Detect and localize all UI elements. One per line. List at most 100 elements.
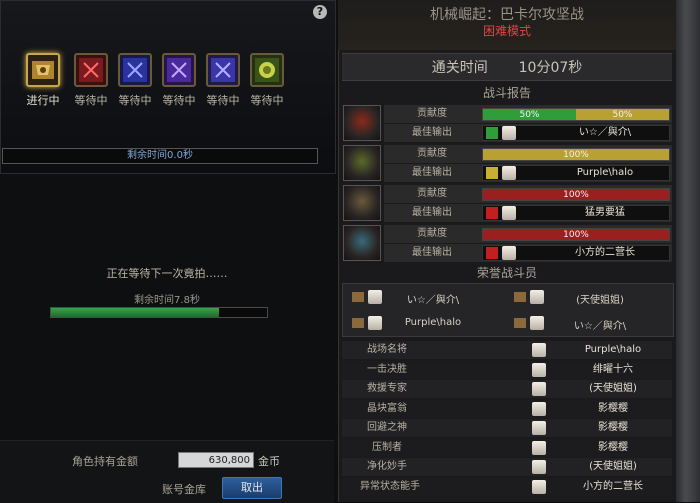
yellow-slash-icon [486, 167, 498, 179]
honor-title: 荣誉战斗员 [476, 266, 537, 280]
battle-report-title: 战斗报告 [482, 86, 531, 100]
clear-time-label: 通关时间 [431, 60, 488, 76]
stage-card-red-icon[interactable] [74, 53, 108, 87]
background-scenery [676, 0, 700, 502]
best-output-name: い☆／與介\ [578, 127, 632, 138]
award-title: 压制者 [372, 441, 402, 453]
stage-helmet-icon[interactable] [26, 53, 60, 87]
contribution-bar: 100% [482, 188, 670, 201]
contribution-bar: 50% 50% [482, 108, 670, 121]
avatar [530, 290, 544, 304]
take-out-button[interactable]: 取出 [222, 477, 282, 499]
contribution-bar: 100% [482, 148, 670, 161]
remaining-time-bar: 剩余时间0.0秒 [2, 148, 318, 164]
award-title: 救援专家 [367, 383, 407, 394]
best-output-label: 最佳输出 [412, 167, 452, 178]
stage-label: 等待中 [250, 94, 284, 107]
waiting-progress-bar [50, 307, 268, 318]
contribution-segment: 50% [483, 109, 576, 120]
best-output-name: Purple\halo [576, 167, 634, 178]
difficulty-label: 困难模式 [482, 24, 531, 38]
award-winner-name: 绯曜十六 [593, 363, 633, 375]
honor-member-name: Purple\halo [404, 317, 462, 328]
avatar [532, 401, 546, 416]
red-3-icon [486, 207, 498, 219]
award-winner-name: 影樱樱 [598, 402, 628, 414]
teal-crest-icon [343, 225, 381, 261]
waiting-time: 剩余时间7.8秒 [134, 295, 200, 306]
clear-time-value: 10分07秒 [518, 60, 583, 76]
gold-amount-field: 630,800 [178, 452, 254, 468]
best-output-name: 小方的二营长 [575, 247, 635, 258]
award-winner-name: 影樱樱 [598, 441, 628, 453]
contribution-label: 贡献度 [417, 108, 447, 119]
avatar [532, 460, 546, 474]
avatar [368, 316, 382, 330]
stage-card-blue-icon[interactable] [118, 53, 152, 87]
red-4-icon [486, 247, 498, 259]
crown-icon [352, 318, 364, 328]
stage-card-violet-icon[interactable] [206, 53, 240, 87]
avatar [502, 246, 516, 260]
award-winner-name: (天使姐姐) [589, 383, 637, 394]
red-crest-icon [343, 105, 381, 141]
award-title: 异常状态能手 [360, 480, 420, 492]
best-output-label: 最佳输出 [412, 207, 452, 218]
crown-icon [514, 292, 526, 302]
contribution-label: 贡献度 [417, 188, 447, 199]
contribution-segment: 100% [483, 149, 669, 160]
best-output-label: 最佳输出 [412, 247, 452, 258]
avatar [502, 166, 516, 180]
contribution-label: 贡献度 [417, 228, 447, 239]
avatar [532, 479, 546, 494]
account-vault-label: 账号金库 [162, 483, 206, 496]
award-title: 回避之神 [367, 422, 407, 433]
avatar [530, 316, 544, 330]
award-winner-name: 影樱樱 [598, 422, 628, 433]
avatar [532, 421, 546, 435]
award-title: 一击决胜 [367, 363, 407, 375]
stage-coin-icon[interactable] [250, 53, 284, 87]
honor-member-name: い☆／與介\ [406, 295, 460, 306]
crown-icon [352, 292, 364, 302]
clear-time: 通关时间 10分07秒 [342, 57, 672, 77]
contribution-bar: 100% [482, 228, 670, 241]
award-winner-name: Purple\halo [584, 344, 642, 355]
green-slash-icon [486, 127, 498, 139]
dungeon-title: 机械崛起：巴卡尔攻坚战 [430, 7, 584, 23]
stage-label: 等待中 [206, 94, 240, 107]
honor-member-name: (天使姐姐) [576, 295, 624, 306]
contribution-segment: 100% [483, 189, 669, 200]
stage-card-purple-icon[interactable] [162, 53, 196, 87]
crown-icon [514, 318, 526, 328]
award-title: 战场名将 [367, 344, 407, 355]
stage-label: 进行中 [26, 94, 60, 107]
award-winner-name: (天使姐姐) [589, 461, 637, 472]
avatar [532, 382, 546, 396]
avatar [502, 126, 516, 140]
help-icon[interactable]: ? [313, 5, 327, 19]
avatar [368, 290, 382, 304]
contribution-segment: 100% [483, 229, 669, 240]
waiting-progress-fill [51, 308, 220, 317]
best-output-label: 最佳输出 [412, 127, 452, 138]
best-output-name: 猛男要猛 [585, 207, 625, 218]
contribution-label: 贡献度 [417, 148, 447, 159]
honor-member-name: い☆／與介\ [573, 321, 627, 332]
avatar [532, 362, 546, 377]
remaining-time-text: 剩余时间0.0秒 [127, 150, 193, 161]
avatar [532, 343, 546, 357]
stage-label: 等待中 [74, 94, 108, 107]
stage-label: 等待中 [118, 94, 152, 107]
contribution-segment: 50% [576, 109, 669, 120]
gold-unit: 金币 [258, 455, 280, 468]
award-title: 晶块富翁 [367, 402, 407, 414]
avatar [532, 440, 546, 455]
bronze-crest-icon [343, 185, 381, 221]
award-title: 净化妙手 [367, 461, 407, 472]
avatar [502, 206, 516, 220]
stage-label: 等待中 [162, 94, 196, 107]
waiting-message: 正在等待下一次竟拍…… [106, 267, 228, 280]
gold-label: 角色持有金额 [72, 455, 138, 468]
green-crest-icon [343, 145, 381, 181]
